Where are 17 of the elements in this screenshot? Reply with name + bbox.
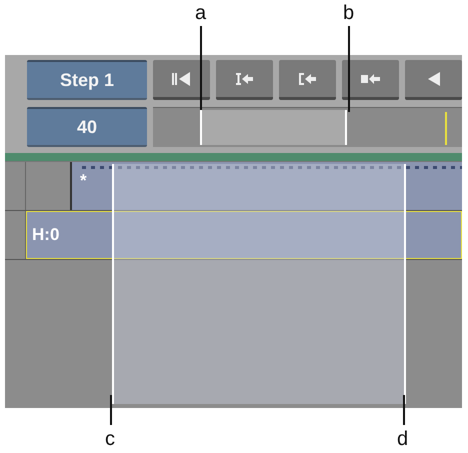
layer-track[interactable]: H:0 bbox=[26, 211, 462, 259]
callout-label: d bbox=[397, 428, 408, 451]
transport-button[interactable] bbox=[216, 60, 273, 100]
transport-button[interactable] bbox=[153, 60, 210, 100]
transport-button[interactable] bbox=[342, 60, 399, 100]
leader-line bbox=[403, 395, 405, 425]
transport-button[interactable] bbox=[405, 60, 462, 100]
leader-line bbox=[110, 395, 112, 425]
track-label: H:0 bbox=[31, 225, 60, 245]
track-label: * bbox=[79, 171, 87, 191]
step-value: 40 bbox=[27, 107, 147, 147]
callout-label: c bbox=[105, 428, 115, 451]
effect-track[interactable]: * bbox=[72, 162, 462, 210]
callout-label: b bbox=[343, 2, 354, 25]
callout-label: a bbox=[195, 2, 206, 25]
transport-button[interactable] bbox=[279, 60, 336, 100]
step-button[interactable]: Step 1 bbox=[27, 60, 147, 100]
